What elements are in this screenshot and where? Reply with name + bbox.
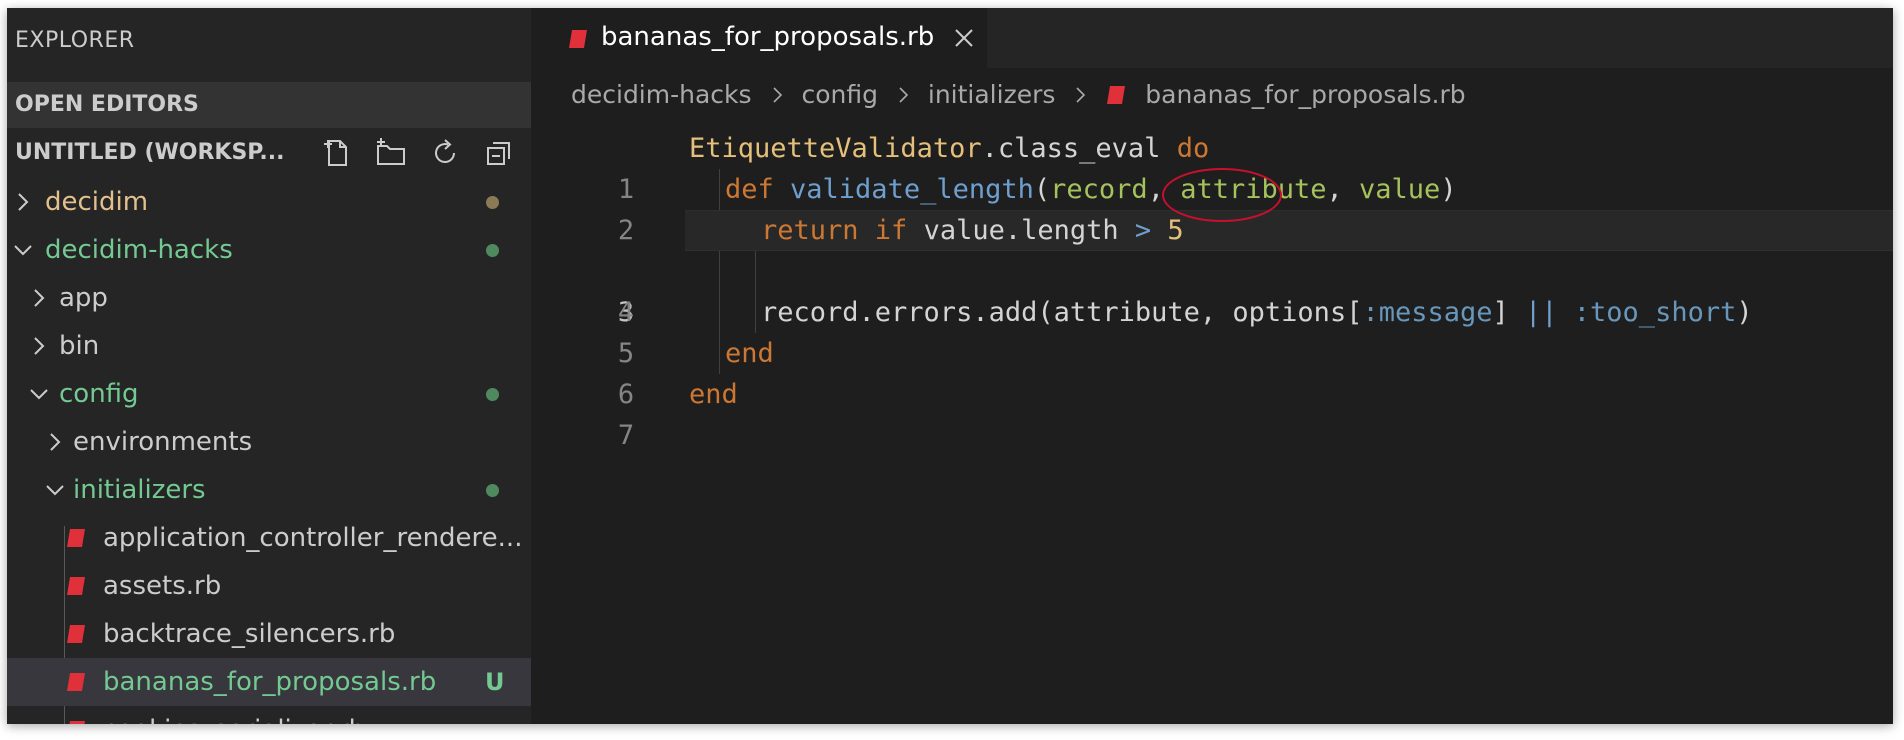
tree-item-label: app [59,283,108,313]
code-token: ) [1440,174,1457,205]
workspace-actions [321,130,515,176]
ruby-file-icon [67,625,85,643]
open-editors-header[interactable]: OPEN EDITORS [7,82,531,128]
chevron-down-icon [30,389,48,400]
collapse-all-icon[interactable] [483,137,515,169]
code-token: do [1176,133,1210,164]
code-token: :message [1362,297,1493,328]
tree-item-bananas-for-proposals[interactable]: bananas_for_proposals.rb U [7,658,531,706]
new-file-icon[interactable] [321,137,353,169]
tree-item-backtrace-silencers[interactable]: backtrace_silencers.rb [7,610,531,658]
code-token: value [1359,174,1441,205]
breadcrumb-item-file[interactable]: bananas_for_proposals.rb [1145,80,1465,109]
code-token: ] [1492,297,1526,328]
tree-item-label: decidim [45,187,149,217]
tree-item-decidim[interactable]: decidim [7,178,531,226]
tree-item-label: backtrace_silencers.rb [103,619,396,649]
tree-item-bin[interactable]: bin [7,322,531,370]
chevron-down-icon [46,485,64,496]
chevron-right-icon [899,87,909,103]
code-token: value.length [923,215,1135,246]
chevron-right-icon [34,337,45,355]
code-token: > [1134,215,1152,246]
chevron-right-icon [34,289,45,307]
code-token: record [1050,174,1148,205]
tree-item-assets[interactable]: assets.rb [7,562,531,610]
untracked-badge: U [485,668,505,696]
close-icon[interactable] [951,25,977,51]
added-dot-icon [486,244,499,257]
tree-item-cookies-serializer[interactable]: cookies_serializer.rb [7,706,531,724]
chevron-right-icon [1076,87,1086,103]
tree-item-label: config [59,379,139,409]
tree-item-label: assets.rb [103,571,222,601]
code-token: ( [1033,174,1051,205]
tree-item-label: bin [59,331,100,361]
tab-bar: bananas_for_proposals.rb [531,8,1893,68]
workspace-label: UNTITLED (WORKSP... [15,140,285,165]
tree-item-config[interactable]: config [7,370,531,418]
code-line-6: 6 end [531,333,1893,410]
ruby-file-icon [67,673,85,691]
code-token: :too_short [1557,297,1737,328]
breadcrumb-item-decidim-hacks[interactable]: decidim-hacks [571,80,752,109]
code-token: return if [761,215,924,246]
breadcrumb-item-initializers[interactable]: initializers [928,80,1056,109]
code-token: end [725,338,774,369]
code-token: EtiquetteValidator [689,133,982,164]
code-line-7: 7 end [531,374,1893,451]
code-token: ) [1736,297,1753,328]
chevron-right-icon [50,433,61,451]
tree-item-app[interactable]: app [7,274,531,322]
tree-item-initializers[interactable]: initializers [7,466,531,514]
added-dot-icon [486,484,499,497]
open-editors-label: OPEN EDITORS [15,92,199,117]
modified-dot-icon [486,196,499,209]
code-token: end [689,379,738,410]
line-number: 7 [617,420,635,451]
added-dot-icon [486,388,499,401]
code-token: .class_eval [981,133,1177,164]
chevron-right-icon [18,193,29,211]
tab-bananas-for-proposals[interactable]: bananas_for_proposals.rb [531,8,987,68]
tree-item-label: cookies_serializer.rb [103,706,365,724]
ruby-file-icon [67,529,85,547]
explorer-title: EXPLORER [15,28,135,53]
tree-item-decidim-hacks[interactable]: decidim-hacks [7,226,531,274]
breadcrumb-item-config[interactable]: config [801,80,878,109]
code-token: record.errors.add(attribute, options[ [761,297,1363,328]
code-line-1: 1 EtiquetteValidator.class_eval do [531,128,1893,205]
tree-item-label: application_controller_rendere... [103,523,523,553]
tree-item-label: bananas_for_proposals.rb [103,667,437,697]
explorer-sidebar: EXPLORER OPEN EDITORS UNTITLED (WORKSP..… [7,8,531,724]
code-line-5: 5 record.errors.add(attribute, options[:… [531,292,1893,369]
tree-item-label: environments [73,427,253,457]
code-token: 5 [1167,215,1184,246]
code-token: def [725,174,791,205]
breadcrumb: decidim-hacks config initializers banana… [571,74,1466,114]
chevron-down-icon [14,245,32,256]
annotation-ellipse [1162,168,1282,222]
editor-area: bananas_for_proposals.rb decidim-hacks c… [531,8,1893,724]
ruby-file-icon [1107,86,1126,104]
tab-label: bananas_for_proposals.rb [601,22,935,52]
new-folder-icon[interactable] [375,137,407,169]
tree-item-label: initializers [73,475,206,505]
tree-item-label: decidim-hacks [45,235,233,265]
tree-item-environments[interactable]: environments [7,418,531,466]
tree-item-application-controller-renderer[interactable]: application_controller_rendere... [7,514,531,562]
vscode-window: EXPLORER OPEN EDITORS UNTITLED (WORKSP..… [7,8,1893,724]
code-token: validate_length [790,174,1034,205]
code-line-4: 4 [531,251,1893,328]
refresh-icon[interactable] [429,137,461,169]
ruby-file-icon [69,721,85,724]
ruby-file-icon [67,577,85,595]
code-token: , [1326,174,1360,205]
chevron-right-icon [772,87,782,103]
workspace-header[interactable]: UNTITLED (WORKSP... [7,130,531,176]
code-token: || [1525,297,1558,328]
ruby-file-icon [569,30,587,48]
